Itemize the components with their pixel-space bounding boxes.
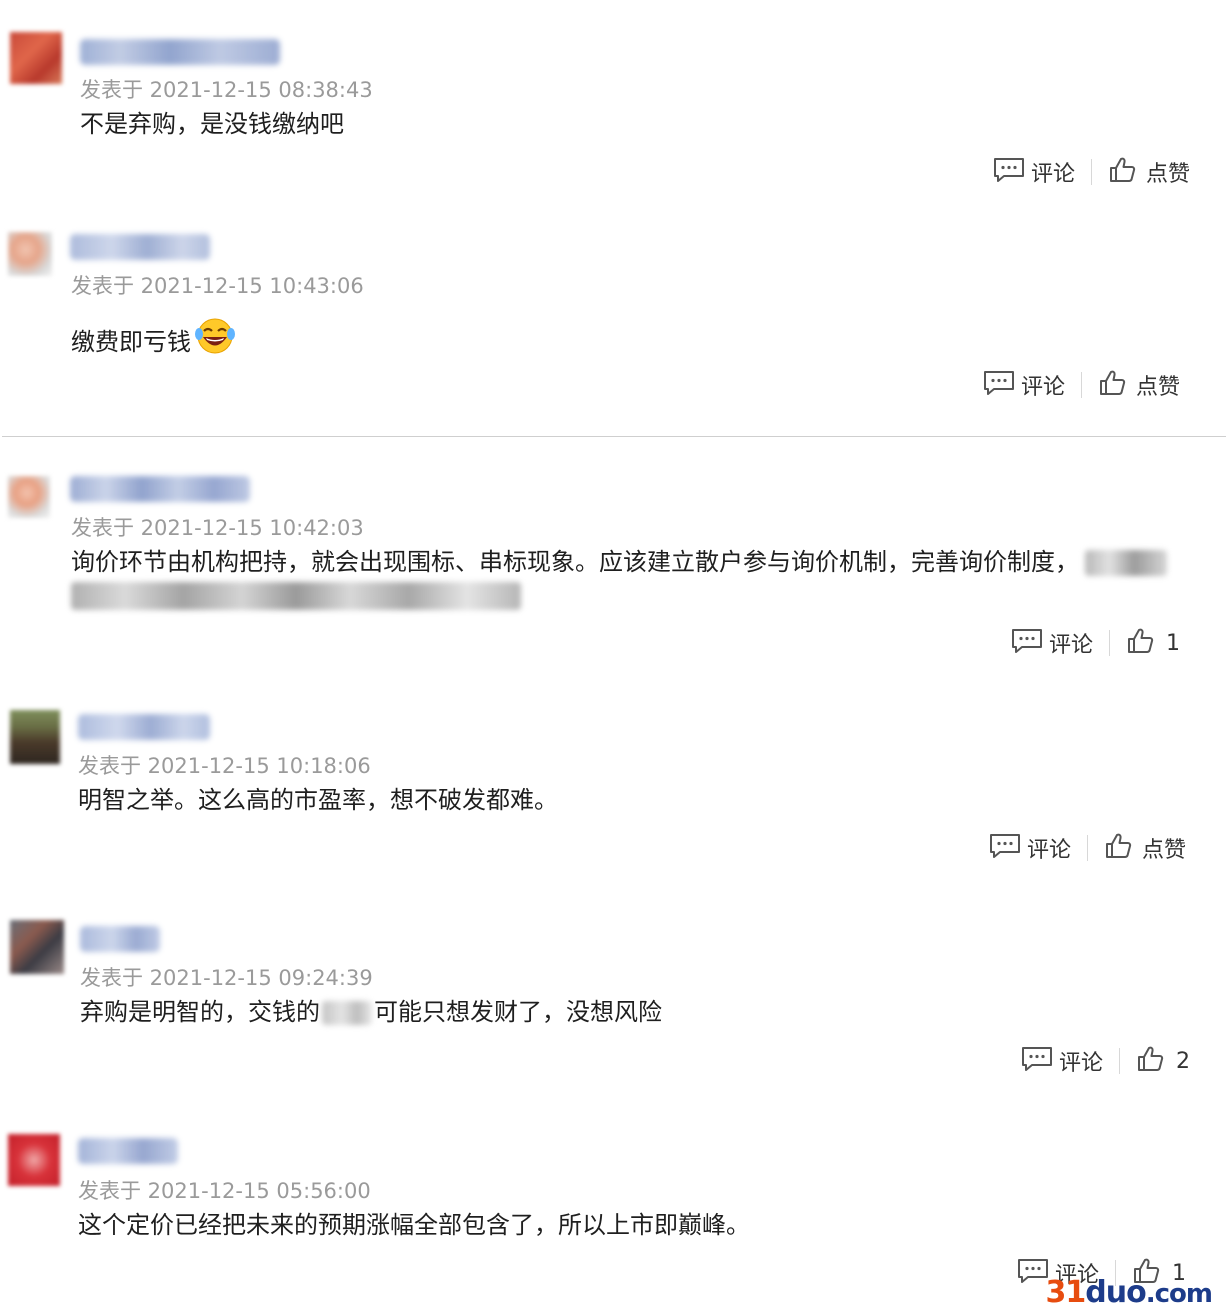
comment-text-line: 弃购是明智的，交钱的 可能只想发财了，没想风险	[80, 994, 662, 1030]
reply-label: 评论	[1020, 375, 1065, 400]
like-label: 点赞	[1135, 375, 1180, 400]
timestamp: 发表于 2021-12-15 05:56:00	[78, 1179, 371, 1203]
comment-text: 可能只想发财了，没想风险	[374, 998, 662, 1026]
comment-text: 弃购是明智的，交钱的	[80, 998, 320, 1026]
reply-label: 评论	[1026, 838, 1071, 863]
comment-actions: 评论 点赞	[993, 155, 1190, 189]
username-redacted[interactable]	[80, 39, 280, 65]
timestamp: 发表于 2021-12-15 10:43:06	[71, 274, 364, 298]
comment-bubble-icon	[1017, 1258, 1049, 1288]
redacted-text	[322, 1001, 372, 1025]
thumbs-up-icon	[1136, 1045, 1164, 1077]
comment-actions: 评论 2	[1021, 1044, 1190, 1078]
redacted-text	[71, 582, 521, 610]
username-redacted[interactable]	[80, 926, 160, 952]
comment-text: 询价环节由机构把持，就会出现围标、串标现象。应该建立散户参与询价机制，完善询价制…	[71, 548, 1079, 576]
avatar[interactable]	[8, 476, 50, 518]
reply-button[interactable]: 评论	[1021, 1045, 1103, 1077]
divider	[1109, 630, 1110, 656]
comment-text: 缴费即亏钱	[71, 328, 191, 356]
divider	[1080, 372, 1082, 398]
like-button[interactable]: 点赞	[1108, 156, 1190, 188]
site-watermark: 31duo.com	[1045, 1275, 1213, 1310]
thumbs-up-icon	[1104, 832, 1132, 864]
like-button[interactable]: 1	[1126, 627, 1180, 659]
divider	[1086, 835, 1088, 861]
comment-bubble-icon	[1011, 628, 1043, 658]
comment-text: 明智之举。这么高的市盈率，想不破发都难。	[78, 786, 558, 814]
comment-actions: 评论 点赞	[983, 368, 1180, 402]
divider	[1119, 1048, 1120, 1074]
avatar[interactable]	[8, 232, 52, 276]
redacted-text	[1085, 550, 1167, 576]
reply-button[interactable]: 评论	[989, 832, 1071, 864]
reply-label: 评论	[1048, 633, 1093, 658]
username-redacted[interactable]	[70, 476, 250, 502]
username-redacted[interactable]	[78, 1138, 178, 1164]
comment-bubble-icon	[989, 833, 1021, 863]
comment-bubble-icon	[1021, 1046, 1053, 1076]
comment-actions: 评论 点赞	[989, 831, 1186, 865]
reply-label: 评论	[1058, 1051, 1103, 1076]
like-count: 1	[1166, 630, 1180, 656]
divider	[1090, 159, 1092, 185]
timestamp: 发表于 2021-12-15 10:42:03	[71, 516, 364, 540]
comment-text-line: 询价环节由机构把持，就会出现围标、串标现象。应该建立散户参与询价机制，完善询价制…	[71, 544, 1167, 580]
avatar[interactable]	[10, 710, 60, 764]
watermark-number: 31	[1045, 1275, 1087, 1310]
reply-button[interactable]: 评论	[983, 369, 1065, 401]
comment-text-line: 缴费即亏钱	[71, 316, 237, 366]
avatar[interactable]	[10, 920, 64, 974]
like-button[interactable]: 点赞	[1104, 832, 1186, 864]
comment-bubble-icon	[993, 157, 1025, 187]
comment-actions: 评论 1	[1011, 626, 1180, 660]
reply-button[interactable]: 评论	[993, 156, 1075, 188]
timestamp: 发表于 2021-12-15 09:24:39	[80, 966, 373, 990]
like-label: 点赞	[1141, 838, 1186, 863]
thumbs-up-icon	[1108, 156, 1136, 188]
timestamp: 发表于 2021-12-15 10:18:06	[78, 754, 371, 778]
thumbs-up-icon	[1098, 369, 1126, 401]
avatar[interactable]	[10, 32, 62, 84]
username-redacted[interactable]	[78, 714, 210, 740]
avatar[interactable]	[8, 1134, 60, 1186]
watermark-name: duo	[1085, 1275, 1146, 1310]
username-redacted[interactable]	[70, 234, 210, 260]
section-divider	[2, 436, 1226, 437]
reply-button[interactable]: 评论	[1011, 627, 1093, 659]
like-button[interactable]: 2	[1136, 1045, 1190, 1077]
reply-label: 评论	[1030, 162, 1075, 187]
comment-bubble-icon	[983, 370, 1015, 400]
timestamp: 发表于 2021-12-15 08:38:43	[80, 78, 373, 102]
comment-text: 这个定价已经把未来的预期涨幅全部包含了，所以上市即巅峰。	[78, 1211, 750, 1239]
watermark-tld: .com	[1145, 1279, 1213, 1309]
like-count: 2	[1176, 1048, 1190, 1074]
like-button[interactable]: 点赞	[1098, 369, 1180, 401]
laughing-tears-emoji-icon	[193, 316, 237, 366]
comment-text: 不是弃购，是没钱缴纳吧	[80, 110, 344, 138]
thumbs-up-icon	[1126, 627, 1154, 659]
like-label: 点赞	[1145, 162, 1190, 187]
